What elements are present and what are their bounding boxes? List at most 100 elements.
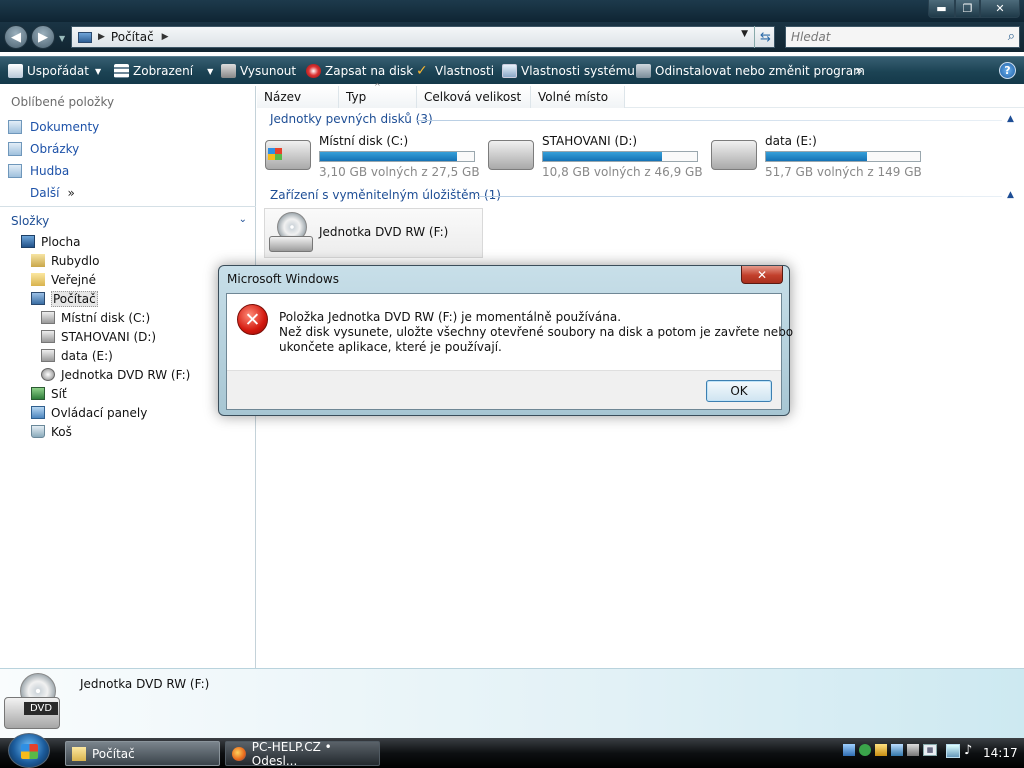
views-button[interactable]: Zobrazení ▼ (114, 57, 213, 85)
tree-item-recycle-bin[interactable]: Koš (31, 422, 72, 441)
organize-button[interactable]: Uspořádat ▼ (8, 57, 101, 85)
search-input[interactable]: Hledat ⌕ (785, 26, 1020, 48)
dialog-message-line: Položka Jednotka DVD RW (F:) je momentál… (279, 310, 622, 324)
error-dialog: Microsoft Windows ✕ ✕ Položka Jednotka D… (218, 265, 793, 416)
tree-item-dvd-drive[interactable]: Jednotka DVD RW (F:) (41, 365, 190, 384)
dialog-message: Položka Jednotka DVD RW (F:) je momentál… (279, 310, 793, 355)
tree-item-control-panel[interactable]: Ovládací panely (31, 403, 147, 422)
system-properties-button[interactable]: Vlastnosti systému (502, 57, 635, 85)
collapse-group-icon[interactable]: ▲ (1007, 190, 1014, 200)
drive-usage-fill (543, 152, 662, 161)
taskbar-item-browser[interactable]: PC-HELP.CZ • Odesl... (225, 739, 380, 768)
dialog-message-line: ukončete aplikace, které je používají. (279, 340, 502, 354)
window-title-bar: ▬ ❐ ✕ (0, 0, 1024, 22)
column-header-type[interactable]: Typ ^ (339, 82, 417, 108)
chevron-down-icon[interactable]: ⌄ (239, 214, 247, 225)
keyboard-language-icon[interactable]: ▦ (923, 744, 937, 756)
network-tray-icon[interactable] (946, 744, 960, 758)
uninstall-program-button[interactable]: Odinstalovat nebo změnit program (636, 57, 865, 85)
firefox-icon (232, 746, 246, 761)
column-header-total-size[interactable]: Celková velikost (417, 86, 531, 108)
favorites-more-link[interactable]: Další » (30, 184, 75, 202)
column-header-free-space[interactable]: Volné místo (531, 86, 625, 108)
group-header-hard-disks[interactable]: Jednotky pevných disků (3) (270, 112, 433, 126)
dvd-drive-large-icon: DVD (4, 673, 62, 731)
forward-button[interactable]: ▶ (31, 25, 55, 49)
tree-item-desktop[interactable]: Plocha (21, 232, 80, 251)
taskbar-item-computer[interactable]: Počítač (65, 741, 220, 766)
address-bar[interactable]: ▶ Počítač ▶ ▼ ⇆ (71, 26, 775, 48)
eject-button[interactable]: Vysunout (221, 57, 296, 85)
music-icon (8, 164, 22, 178)
properties-button[interactable]: ✓ Vlastnosti (416, 57, 494, 85)
tray-app-icon[interactable] (875, 744, 887, 756)
tray-app-icon[interactable] (907, 744, 919, 756)
address-row: ◀ ▶ ▼ ▶ Počítač ▶ ▼ ⇆ Hledat ⌕ (0, 22, 1024, 52)
organize-icon (8, 64, 23, 78)
folders-header[interactable]: Složky ⌄ (0, 206, 256, 234)
address-dropdown-icon[interactable]: ▼ (741, 29, 748, 39)
folder-icon (72, 746, 86, 761)
recent-pages-dropdown[interactable]: ▼ (59, 34, 65, 43)
dvd-drive-item[interactable]: Jednotka DVD RW (F:) (264, 208, 483, 258)
recycle-bin-icon (31, 425, 45, 438)
tree-item-drive-d[interactable]: STAHOVANI (D:) (41, 327, 156, 346)
dvd-badge: DVD (24, 702, 58, 715)
tray-app-icon[interactable] (891, 744, 903, 756)
eject-label: Vysunout (240, 64, 297, 78)
minimize-button[interactable]: ▬ (928, 0, 955, 18)
taskbar-item-label: PC-HELP.CZ • Odesl... (251, 739, 332, 768)
drive-free-space: 3,10 GB volných z 27,5 GB (319, 165, 480, 179)
uninstall-label: Odinstalovat nebo změnit program (655, 64, 865, 78)
favorite-music[interactable]: Hudba (8, 162, 69, 180)
hard-disk-icon (41, 330, 55, 343)
help-icon[interactable]: ? (999, 62, 1016, 79)
double-chevron-icon: » (67, 186, 75, 200)
favorite-pictures[interactable]: Obrázky (8, 140, 79, 158)
tree-item-network[interactable]: Síť (31, 384, 67, 403)
start-button[interactable] (8, 733, 50, 768)
eject-icon (221, 64, 236, 78)
back-button[interactable]: ◀ (4, 25, 28, 49)
tray-app-icon[interactable] (859, 744, 871, 756)
search-icon[interactable]: ⌕ (1008, 29, 1015, 44)
collapse-group-icon[interactable]: ▲ (1007, 114, 1014, 124)
drive-usage-fill (320, 152, 457, 161)
burn-button[interactable]: Zapsat na disk (306, 57, 413, 85)
tree-label: Koš (51, 424, 72, 439)
more-label: Další (30, 186, 60, 200)
volume-icon[interactable]: ♪ (964, 743, 972, 758)
group-header-removable[interactable]: Zařízení s vyměnitelným úložištěm (1) (270, 188, 501, 202)
more-commands-button[interactable]: » (855, 57, 863, 85)
folder-icon (31, 273, 45, 286)
system-properties-label: Vlastnosti systému (521, 64, 635, 78)
drive-item[interactable]: Místní disk (C:) 3,10 GB volných z 27,5 … (265, 134, 480, 182)
dvd-drive-icon (269, 212, 313, 254)
clock[interactable]: 14:17 (983, 746, 1018, 760)
tray-app-icon[interactable] (843, 744, 855, 756)
breadcrumb-computer[interactable]: Počítač (111, 30, 154, 44)
tree-item-rubydlo[interactable]: Rubydlo (31, 251, 99, 270)
close-window-button[interactable]: ✕ (980, 0, 1020, 18)
documents-icon (8, 120, 22, 134)
drive-item[interactable]: data (E:) 51,7 GB volných z 149 GB (711, 134, 926, 182)
drive-item[interactable]: STAHOVANI (D:) 10,8 GB volných z 46,9 GB (488, 134, 703, 182)
column-header-name[interactable]: Název (257, 86, 339, 108)
refresh-icon[interactable]: ⇆ (754, 26, 776, 48)
tree-label: Místní disk (C:) (61, 310, 151, 325)
tree-item-computer[interactable]: Počítač (31, 289, 98, 308)
tree-item-drive-e[interactable]: data (E:) (41, 346, 113, 365)
dialog-close-button[interactable]: ✕ (741, 266, 783, 284)
tree-item-drive-c[interactable]: Místní disk (C:) (41, 308, 150, 327)
favorites-title: Oblíbené položky (11, 95, 115, 109)
tree-item-public[interactable]: Veřejné (31, 270, 96, 289)
hard-disk-icon (711, 140, 757, 170)
drive-usage-bar (542, 151, 698, 162)
dialog-body: ✕ Položka Jednotka DVD RW (F:) je moment… (226, 293, 793, 410)
favorite-documents[interactable]: Dokumenty (8, 118, 99, 136)
drive-free-space: 10,8 GB volných z 46,9 GB (542, 165, 703, 179)
error-icon: ✕ (237, 304, 268, 335)
breadcrumb-arrow-icon[interactable]: ▶ (162, 32, 169, 42)
maximize-button[interactable]: ❐ (955, 0, 980, 18)
ok-button[interactable]: OK (706, 380, 772, 402)
